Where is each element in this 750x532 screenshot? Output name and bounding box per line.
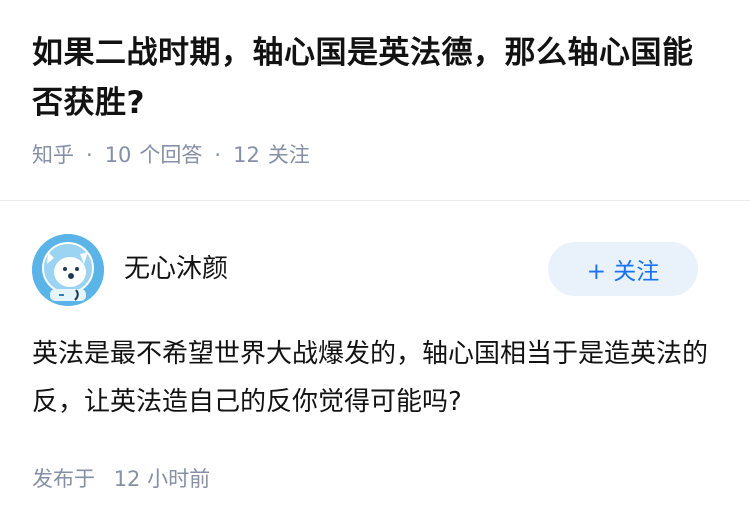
published-time: 12 小时前 — [113, 467, 211, 491]
section-divider — [0, 200, 750, 201]
follow-count[interactable]: 12 — [233, 140, 260, 170]
answer-content[interactable]: 英法是最不希望世界大战爆发的，轴心国相当于是造英法的反，让英法造自己的反你觉得可… — [32, 330, 712, 426]
question-header: 如果二战时期，轴心国是英法德，那么轴心国能否获胜? 知乎 · 10 个回答 · … — [32, 28, 722, 170]
question-title[interactable]: 如果二战时期，轴心国是英法德，那么轴心国能否获胜? — [32, 28, 722, 128]
answer-author-row: 无心沐颜 + 关注 — [32, 234, 698, 306]
answer-count-label[interactable]: 个回答 — [139, 140, 202, 170]
published-label: 发布于 — [32, 467, 95, 491]
source-label[interactable]: 知乎 — [32, 140, 74, 170]
answer-published-time: 发布于 12 小时前 — [32, 464, 210, 494]
author-name[interactable]: 无心沐颜 — [124, 252, 228, 286]
meta-separator: · — [214, 143, 222, 167]
follow-author-button[interactable]: + 关注 — [548, 242, 698, 296]
follow-button-label: + 关注 — [586, 259, 660, 285]
question-meta: 知乎 · 10 个回答 · 12 关注 — [32, 140, 722, 170]
answer-count[interactable]: 10 — [105, 140, 132, 170]
meta-separator: · — [86, 143, 93, 167]
dog-astronaut-icon — [32, 234, 104, 306]
follow-count-label[interactable]: 关注 — [268, 140, 310, 170]
avatar[interactable] — [32, 234, 104, 306]
